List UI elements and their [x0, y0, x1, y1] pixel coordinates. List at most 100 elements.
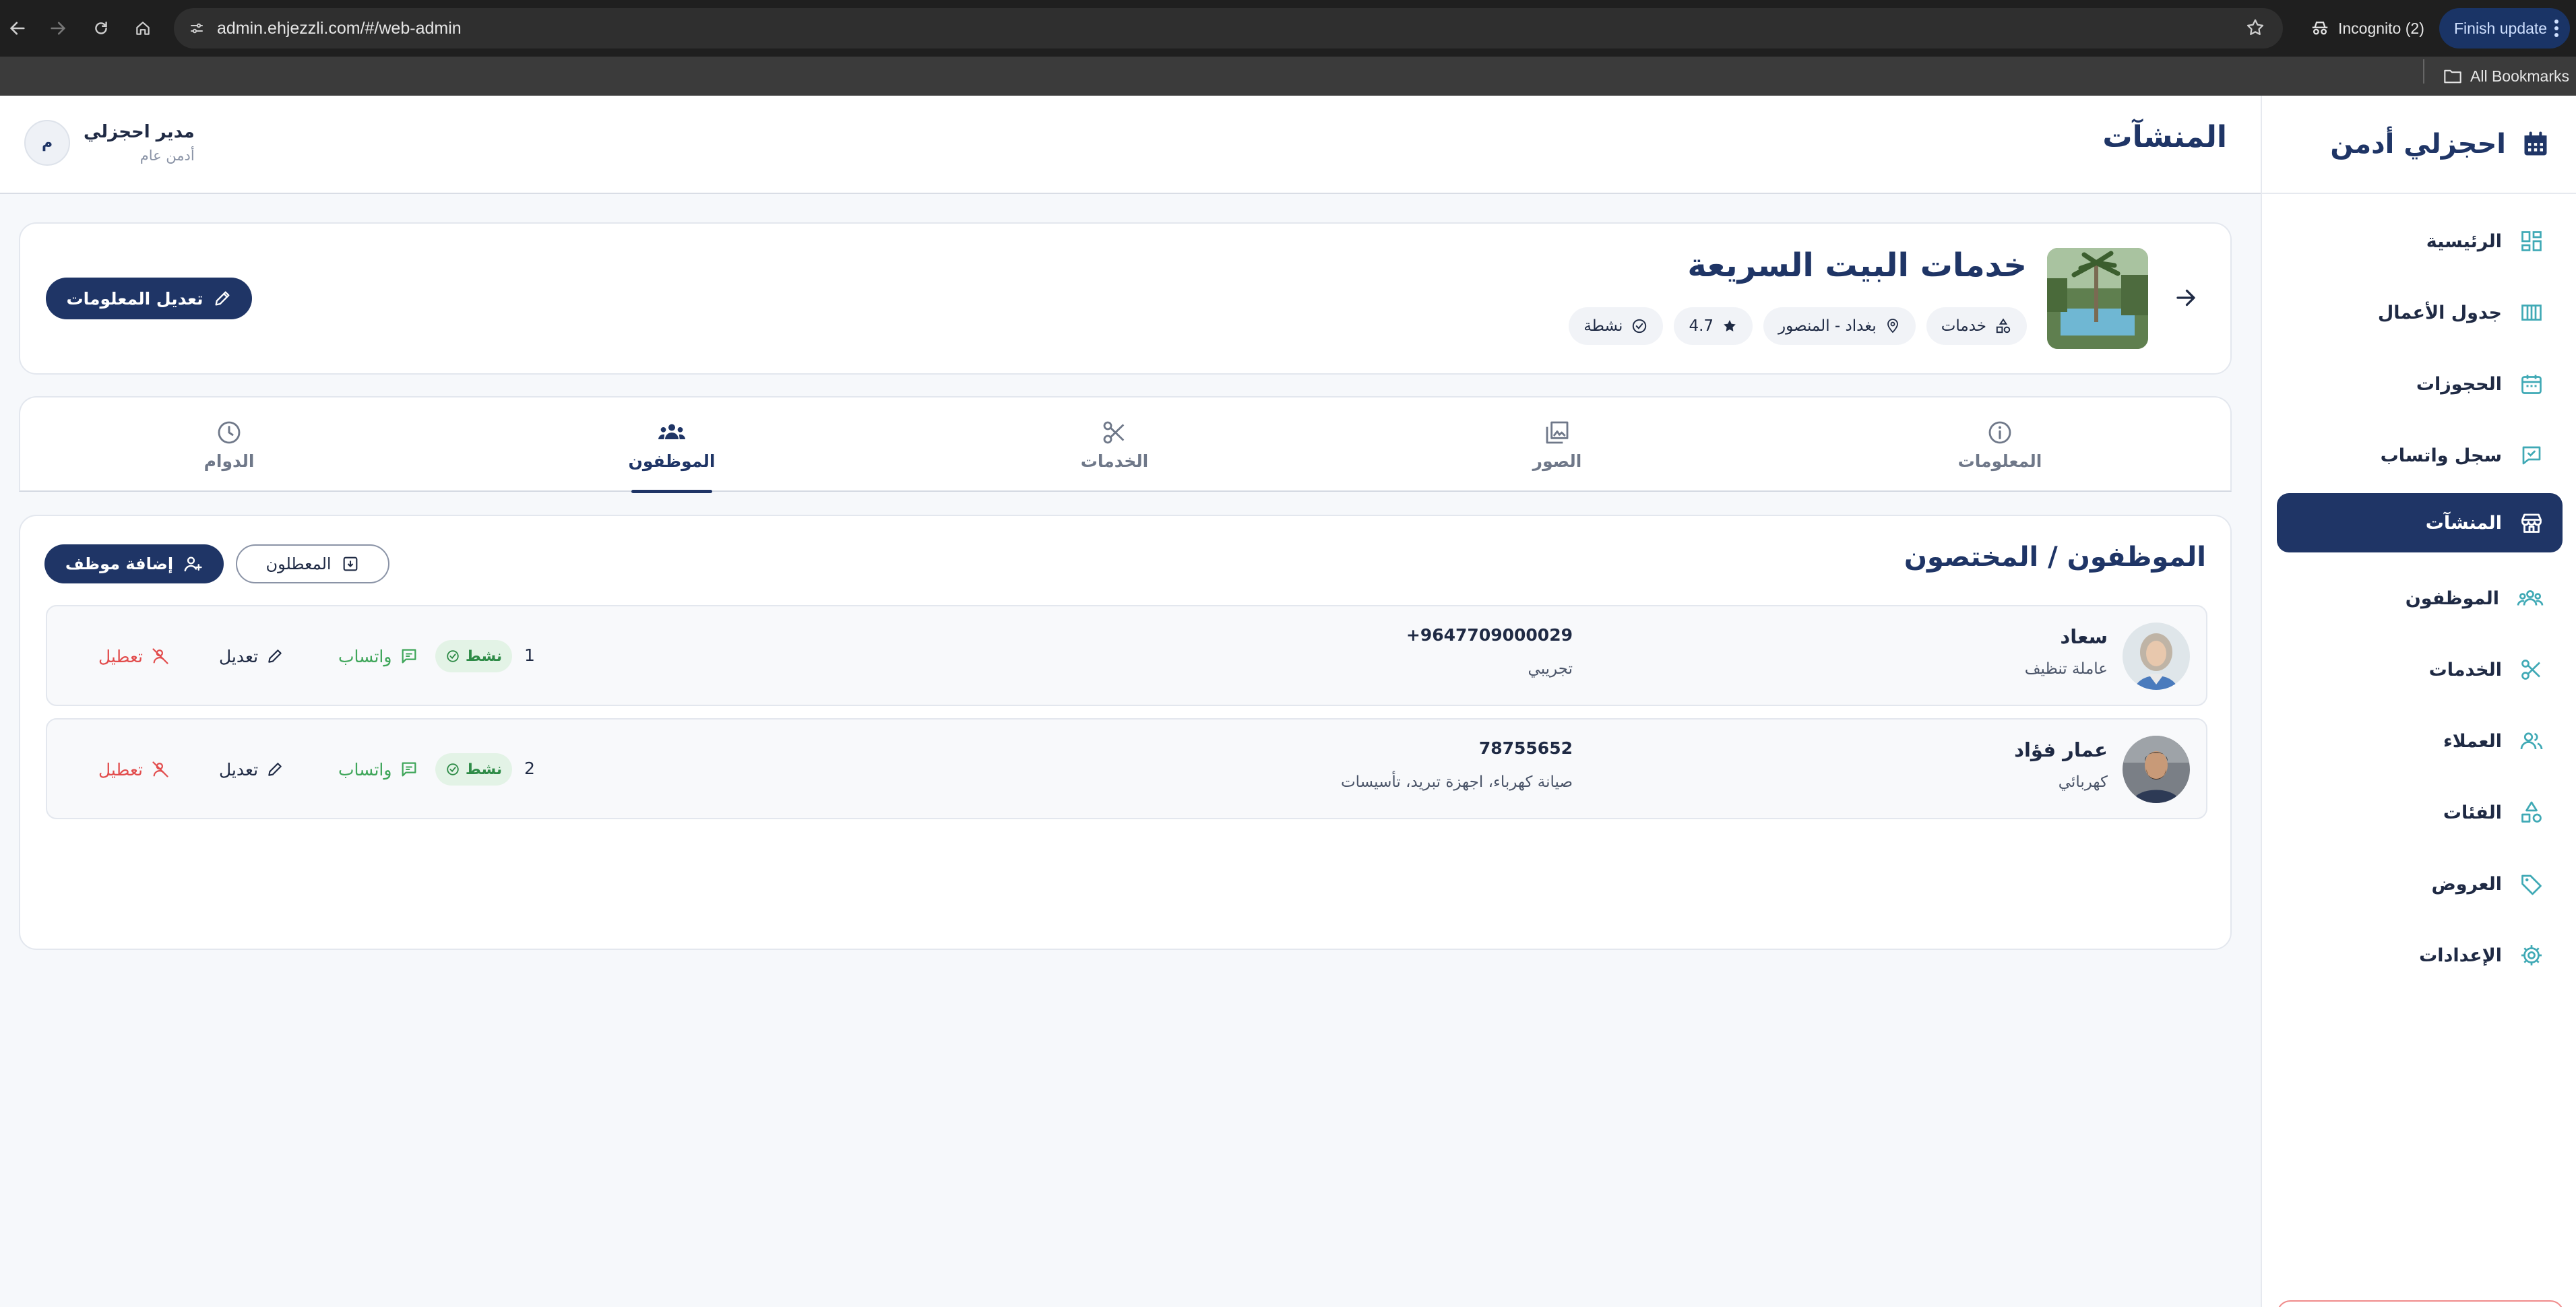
incognito-icon [2312, 22, 2328, 35]
edit-label: تعديل [219, 759, 259, 779]
rating-label: 4.7 [1689, 317, 1714, 335]
check-circle-icon [1633, 319, 1647, 333]
pencil-icon [268, 649, 282, 663]
sidebar-item-categories[interactable]: الفئات [2277, 783, 2563, 842]
disable-employee-button[interactable]: تعطيل [98, 640, 170, 672]
whatsapp-button[interactable]: واتساب [338, 753, 418, 786]
sidebar-item-employees[interactable]: الموظفون [2277, 569, 2563, 628]
store-icon [2521, 513, 2542, 533]
sidebar-item-offers[interactable]: العروض [2277, 854, 2563, 914]
table-row[interactable]: عمار فؤاد كهربائي 78755652 صيانة كهرباء،… [46, 718, 2207, 819]
gear-icon [2521, 945, 2542, 965]
tab-employees[interactable]: الموظفون [571, 397, 773, 493]
shapes-icon [2521, 801, 2542, 823]
whatsapp-label: واتساب [338, 646, 392, 666]
tab-services[interactable]: الخدمات [1013, 397, 1216, 492]
url-text[interactable]: admin.ehjezzli.com/#/web-admin [217, 8, 462, 49]
tab-label: الخدمات [1080, 451, 1149, 471]
avatar[interactable]: م [24, 120, 70, 166]
info-icon [1988, 421, 2011, 443]
incognito-label: Incognito (2) [2338, 19, 2424, 37]
arrow-right-icon [51, 22, 66, 35]
category-label: خدمات [1941, 317, 1986, 335]
edit-employee-button[interactable]: تعديل [219, 640, 284, 672]
all-bookmarks-button[interactable]: All Bookmarks [2443, 57, 2569, 96]
star-icon [1724, 320, 1736, 331]
facility-chips: خدمات بغداد - المنصور 4.7 نشطة [1569, 307, 2027, 345]
staff-section-title: الموظفون / المختصون [1904, 542, 2206, 573]
facility-tabs: المعلومات الصور الخدمات الموظفون الدوام [19, 396, 2232, 493]
tag-icon [2521, 874, 2542, 895]
table-row[interactable]: سعاد عاملة تنظيف +9647709000029 تجريبي 1… [46, 605, 2207, 706]
sidebar-item-label: الموظفون [2405, 587, 2499, 609]
employee-name: عمار فؤاد [2014, 738, 2108, 761]
location-chip: بغداد - المنصور [1763, 307, 1916, 345]
edit-info-button[interactable]: تعديل المعلومات [46, 278, 252, 319]
user-menu[interactable]: مدير احجزلي أدمن عام م [24, 120, 195, 166]
sidebar-item-facilities[interactable]: المنشآت [2277, 493, 2563, 552]
add-person-icon [184, 556, 202, 572]
tab-hours[interactable]: الدوام [128, 397, 330, 492]
forward-button[interactable] [42, 12, 74, 44]
more-vert-icon[interactable] [2554, 19, 2559, 38]
user-name: مدير احجزلي [84, 122, 195, 142]
facility-photo [2047, 248, 2148, 349]
site-settings-icon[interactable] [185, 16, 209, 40]
sidebar-item-whatsapp-log[interactable]: سجل واتساب [2277, 426, 2563, 485]
tab-info[interactable]: المعلومات [1899, 397, 2101, 492]
tab-photos[interactable]: الصور [1456, 397, 1658, 492]
sidebar-item-services[interactable]: الخدمات [2277, 640, 2563, 699]
add-employee-button[interactable]: إضافة موظف [44, 544, 224, 583]
inactive-employees-button[interactable]: المعطلون [236, 544, 389, 583]
sidebar-item-home[interactable]: الرئيسية [2277, 212, 2563, 271]
message-icon [402, 649, 416, 664]
bookmark-star-icon[interactable] [2245, 18, 2265, 38]
disable-label: تعطيل [98, 759, 144, 779]
employee-role: كهربائي [2058, 773, 2108, 791]
dashboard-icon [2521, 231, 2542, 251]
sidebar-item-schedule[interactable]: جدول الأعمال [2277, 283, 2563, 342]
address-bar[interactable]: admin.ehjezzli.com/#/web-admin [174, 8, 2283, 49]
facility-header-card: خدمات البيت السريعة خدمات بغداد - المنصو… [19, 222, 2232, 375]
calendar-icon [2524, 131, 2547, 156]
sidebar: احجزلي أدمن الرئيسية جدول الأعمال الحجوز… [2261, 96, 2576, 1307]
sidebar-item-label: المنشآت [2425, 512, 2502, 534]
tab-label: الموظفون [628, 451, 716, 471]
browser-toolbar: admin.ehjezzli.com/#/web-admin Incognito… [0, 0, 2576, 57]
add-employee-label: إضافة موظف [65, 554, 174, 573]
whatsapp-label: واتساب [338, 759, 392, 779]
back-button[interactable] [1, 12, 34, 44]
home-button[interactable] [127, 12, 159, 44]
disable-employee-button[interactable]: تعطيل [98, 753, 170, 786]
sidebar-item-settings[interactable]: الإعدادات [2277, 926, 2563, 985]
chat-icon [2522, 446, 2541, 465]
scissors-icon [1103, 421, 1125, 443]
sidebar-item-bookings[interactable]: الحجوزات [2277, 354, 2563, 414]
sidebar-item-customers[interactable]: العملاء [2277, 711, 2563, 771]
back-button[interactable] [2174, 286, 2198, 310]
employee-name: سعاد [2060, 625, 2108, 648]
status-badge: نشط [435, 640, 512, 672]
brand-title: احجزلي أدمن [2330, 129, 2506, 160]
sidebar-item-label: سجل واتساب [2380, 445, 2502, 466]
person-off-icon [152, 761, 168, 777]
reload-button[interactable] [85, 12, 117, 44]
edit-label: تعديل [219, 646, 259, 666]
whatsapp-button[interactable]: واتساب [338, 640, 418, 672]
employee-notes: صيانة كهرباء، اجهزة تبريد، تأسيسات [1340, 773, 1573, 791]
tab-label: الدوام [203, 451, 255, 471]
finish-update-button[interactable]: Finish update [2439, 8, 2570, 49]
user-role: أدمن عام [139, 148, 195, 164]
status-label: نشط [465, 761, 503, 778]
logout-button[interactable] [2277, 1300, 2564, 1307]
check-circle-icon [447, 650, 459, 662]
edit-employee-button[interactable]: تعديل [219, 753, 284, 786]
message-icon [402, 762, 416, 777]
check-circle-icon [447, 763, 459, 775]
status-label: نشط [465, 647, 503, 665]
home-icon [136, 22, 150, 35]
group-icon [658, 424, 685, 439]
reload-icon [95, 22, 107, 34]
arrow-right-icon [2176, 289, 2195, 307]
incognito-indicator[interactable]: Incognito (2) [2299, 8, 2434, 49]
